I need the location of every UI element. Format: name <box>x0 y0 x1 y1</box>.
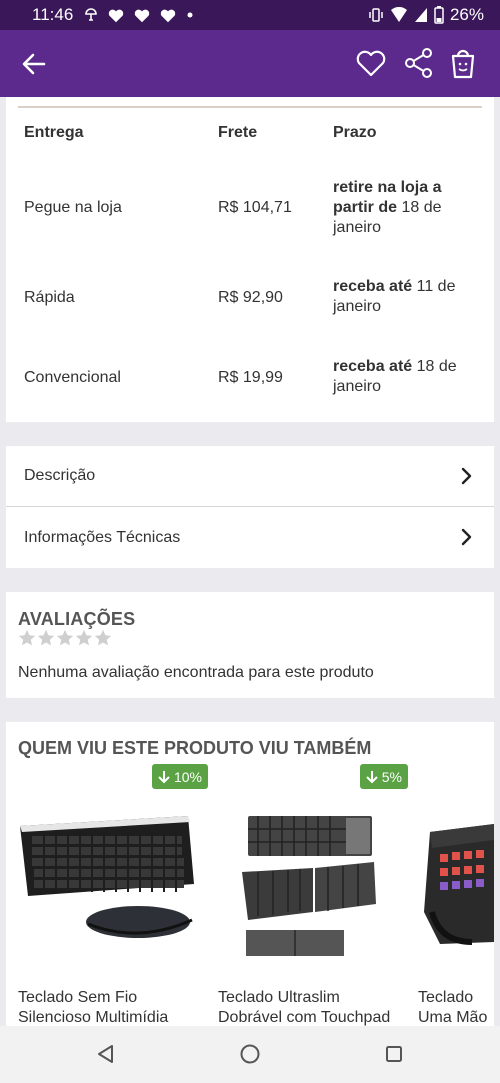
header-term: Prazo <box>333 124 377 141</box>
product-name-line: Dobrável com Touchpad <box>218 1009 391 1026</box>
vibrate-icon <box>368 7 384 23</box>
divider <box>18 106 482 108</box>
tech-info-row[interactable]: Informações Técnicas <box>6 507 494 568</box>
product-name: Teclado Sem Fio Silencioso Multimídia <box>18 988 193 1026</box>
product-name: Teclado Ultraslim Dobrável com Touchpad <box>218 988 393 1026</box>
product-name-line: Uma Mão <box>418 1009 488 1026</box>
share-icon[interactable] <box>402 46 436 80</box>
shipping-method: Convencional <box>24 369 121 386</box>
system-navigation-bar <box>0 1026 500 1083</box>
discount-badge: 5% <box>359 764 408 789</box>
shipping-term: receba até 18 de janeiro <box>333 357 483 397</box>
weather-icon <box>83 7 99 23</box>
header-method: Entrega <box>24 124 84 141</box>
rating-stars <box>18 629 112 647</box>
recommendations-card: QUEM VIU ESTE PRODUTO VIU TAMBÉM 10% Tec… <box>6 722 494 1026</box>
arrow-down-icon <box>366 770 378 783</box>
home-circle-icon[interactable] <box>239 1043 261 1065</box>
shipping-term: retire na loja a partir de 18 de janeiro <box>333 178 483 238</box>
star-icon <box>18 629 36 646</box>
product-image <box>242 816 376 956</box>
shipping-price: R$ 92,90 <box>218 289 283 306</box>
reviews-title: AVALIAÇÕES <box>18 609 136 629</box>
dot-icon <box>185 10 195 20</box>
product-card[interactable]: 5% Teclado Ultraslim Dobrável com Touchp… <box>218 762 408 1026</box>
chevron-right-icon <box>456 527 476 547</box>
back-arrow-icon[interactable] <box>20 50 48 78</box>
product-card[interactable]: 10% Teclado Sem Fio Silencioso Multimídi… <box>18 762 208 1026</box>
back-triangle-icon[interactable] <box>95 1043 117 1065</box>
favorite-heart-icon[interactable] <box>354 46 388 80</box>
shipping-method: Pegue na loja <box>24 199 122 216</box>
shopping-bag-icon[interactable] <box>446 46 480 80</box>
signal-icon <box>414 7 428 23</box>
term-bold: receba até <box>333 358 413 375</box>
description-label: Descrição <box>24 467 96 484</box>
battery-percent: 26% <box>449 5 484 24</box>
star-icon <box>75 629 93 646</box>
battery-icon <box>434 6 444 24</box>
product-name-line: Silencioso Multimídia <box>18 1009 169 1026</box>
discount-value: 10% <box>173 768 202 785</box>
heart-notification-icon <box>107 7 125 23</box>
product-name-line: Teclado Sem Fio <box>18 989 138 1006</box>
star-icon <box>94 629 112 646</box>
heart-notification-icon <box>133 7 151 23</box>
term-bold: receba até <box>333 278 413 295</box>
shipping-method: Rápida <box>24 289 75 306</box>
status-time: 11:46 <box>32 5 74 24</box>
shipping-price: R$ 104,71 <box>218 199 292 216</box>
shipping-term: receba até 11 de janeiro <box>333 277 483 317</box>
arrow-down-icon <box>158 770 170 783</box>
recents-square-icon[interactable] <box>383 1043 405 1065</box>
product-image <box>20 816 194 938</box>
heart-notification-icon <box>159 7 177 23</box>
product-info-card: Descrição Informações Técnicas <box>6 446 494 568</box>
discount-badge: 10% <box>151 764 208 789</box>
star-icon <box>37 629 55 646</box>
recommendations-title: QUEM VIU ESTE PRODUTO VIU TAMBÉM <box>18 738 372 758</box>
discount-value: 5% <box>381 768 402 785</box>
product-image <box>424 824 494 945</box>
product-card[interactable]: Teclado Uma Mão <box>418 762 494 1026</box>
tech-info-label: Informações Técnicas <box>24 528 181 546</box>
header-price: Frete <box>218 124 258 141</box>
status-bar: 11:46 26% <box>0 0 500 30</box>
no-reviews-text: Nenhuma avaliação encontrada para este p… <box>18 664 374 681</box>
product-name-line: Teclado <box>418 989 474 1006</box>
app-bar <box>0 30 500 97</box>
product-name: Teclado Uma Mão <box>418 988 488 1026</box>
shipping-price: R$ 19,99 <box>218 369 283 386</box>
shipping-options-card: Entrega Frete Prazo Pegue na loja R$ 104… <box>6 97 494 422</box>
star-icon <box>56 629 74 646</box>
reviews-card: AVALIAÇÕES Nenhuma avaliação encontrada … <box>6 592 494 698</box>
wifi-icon <box>390 7 408 23</box>
chevron-right-icon <box>456 466 476 486</box>
product-name-line: Teclado Ultraslim <box>218 989 340 1006</box>
description-row[interactable]: Descrição <box>6 446 494 507</box>
